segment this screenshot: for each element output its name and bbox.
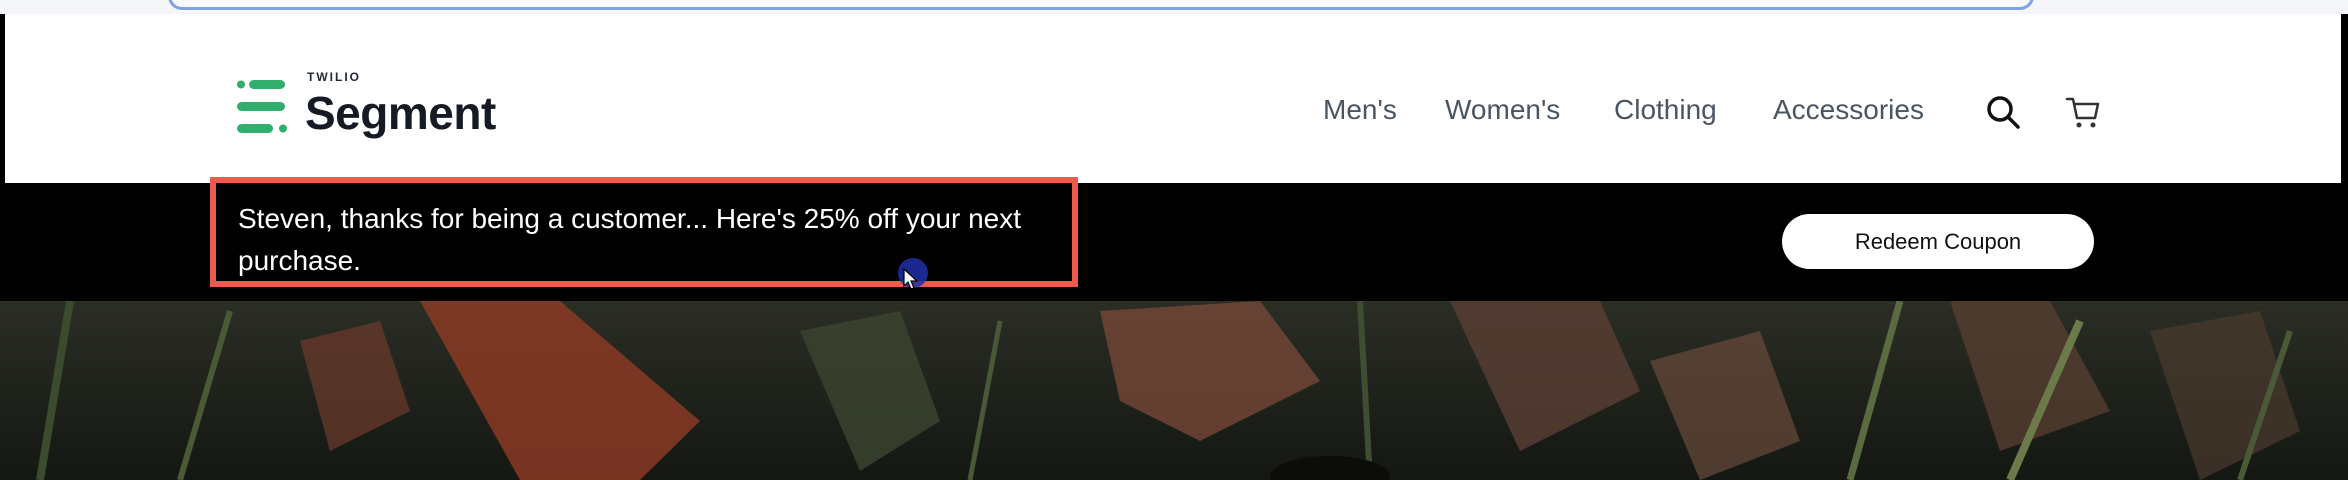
- segment-logo-mark-icon: [237, 80, 287, 133]
- site-header: TWILIO Segment Men's Women's Clothing Ac…: [5, 14, 2341, 183]
- mouse-cursor-icon: [903, 268, 919, 290]
- logo-brand-main: Segment: [305, 87, 496, 139]
- nav-clothing[interactable]: Clothing: [1614, 94, 1717, 126]
- cart-icon[interactable]: [2065, 94, 2101, 130]
- nav-womens[interactable]: Women's: [1445, 94, 1560, 126]
- redeem-coupon-button[interactable]: Redeem Coupon: [1782, 214, 2094, 269]
- segment-logo[interactable]: TWILIO Segment: [237, 66, 537, 146]
- promo-message: Steven, thanks for being a customer... H…: [238, 203, 1022, 276]
- search-icon[interactable]: [1985, 94, 2021, 130]
- nav-mens[interactable]: Men's: [1323, 94, 1397, 126]
- hero-foliage-image: [0, 301, 2348, 480]
- nav-accessories[interactable]: Accessories: [1773, 94, 1924, 126]
- address-bar[interactable]: [168, 0, 2034, 10]
- logo-brand-top: TWILIO: [307, 70, 361, 84]
- browser-top-strip: [0, 0, 2348, 14]
- hero-image: [0, 301, 2348, 480]
